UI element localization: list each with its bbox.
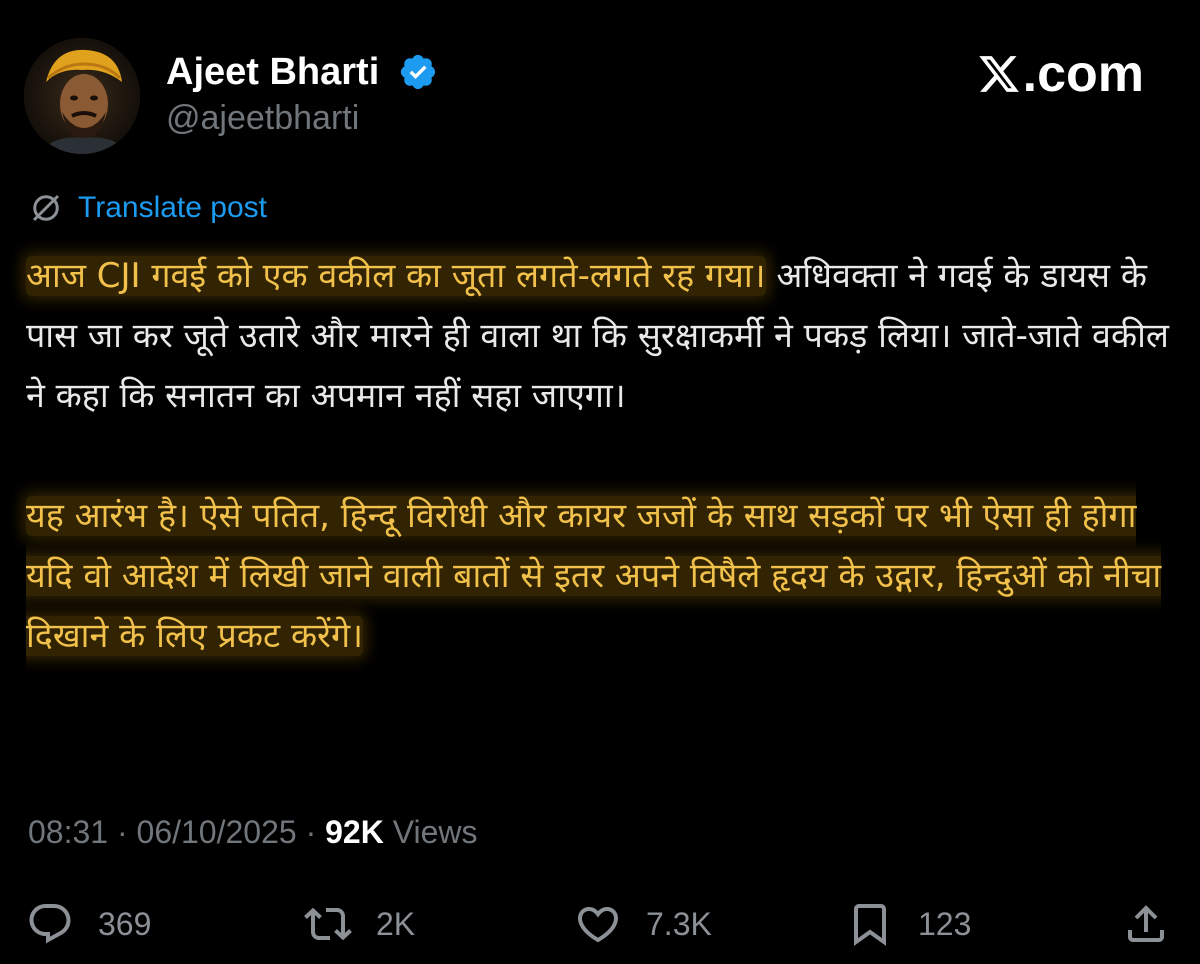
post-paragraph-1: आज CJI गवई को एक वकील का जूता लगते-लगते …	[26, 246, 1176, 426]
post-meta: 08:31 · 06/10/2025 · 92K Views	[28, 808, 477, 856]
bookmark-icon	[854, 904, 886, 946]
translate-globe-icon	[32, 194, 60, 222]
translate-post-label[interactable]: Translate post	[78, 186, 267, 230]
post-date[interactable]: 06/10/2025	[137, 814, 297, 850]
bookmark-button[interactable]: 123	[846, 900, 971, 948]
translate-post-link[interactable]: Translate post	[28, 186, 267, 230]
like-icon	[577, 907, 619, 943]
meta-separator: ·	[108, 814, 137, 850]
post-card: Ajeet Bharti @ajeetbharti .com Translate…	[0, 0, 1200, 964]
share-icon	[1128, 905, 1164, 942]
share-button[interactable]	[1122, 900, 1170, 948]
brand-mark: .com	[977, 44, 1144, 104]
views-count: 92K	[325, 814, 384, 850]
bookmark-count: 123	[918, 906, 972, 942]
author-handle[interactable]: @ajeetbharti	[166, 96, 359, 140]
repost-icon	[304, 907, 352, 941]
like-count: 7.3K	[646, 906, 712, 942]
repost-button[interactable]: 2K	[304, 900, 415, 948]
highlighted-text: आज CJI गवई को एक वकील का जूता लगते-लगते …	[26, 256, 766, 296]
reply-count: 369	[98, 906, 152, 942]
reply-button[interactable]: 369	[26, 900, 151, 948]
author-name[interactable]: Ajeet Bharti	[166, 50, 379, 94]
brand-text: .com	[1022, 45, 1144, 103]
reply-icon	[29, 904, 71, 944]
action-bar: 369 2K 7.3K 123	[0, 890, 1200, 960]
avatar-image	[24, 38, 140, 154]
avatar[interactable]	[24, 38, 140, 154]
post-text: आज CJI गवई को एक वकील का जूता लगते-लगते …	[26, 246, 1176, 666]
post-time[interactable]: 08:31	[28, 814, 108, 850]
meta-separator: ·	[296, 814, 326, 850]
verified-badge-icon	[400, 54, 436, 90]
highlighted-text: यह आरंभ है। ऐसे पतित, हिन्दू विरोधी और क…	[26, 496, 1162, 656]
repost-count: 2K	[376, 906, 416, 942]
like-button[interactable]: 7.3K	[574, 900, 712, 948]
post-paragraph-2: यह आरंभ है। ऐसे पतित, हिन्दू विरोधी और क…	[26, 486, 1176, 666]
x-logo-icon	[978, 56, 1019, 92]
views-label: Views	[383, 814, 478, 850]
